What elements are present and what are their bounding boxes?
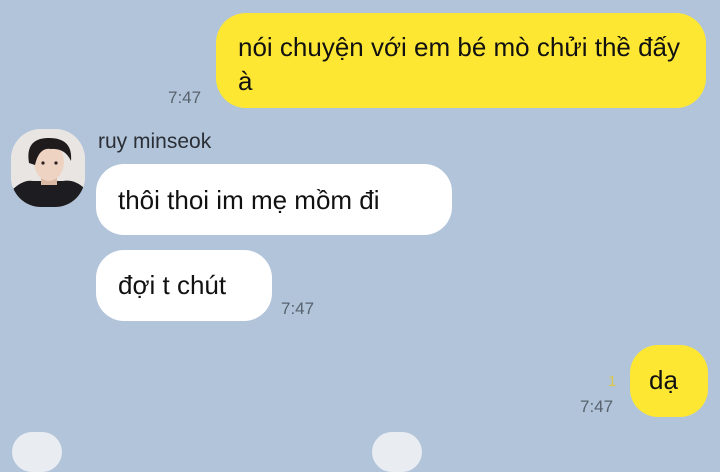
message-timestamp: 7:47 xyxy=(580,397,614,416)
sender-name: ruy minseok xyxy=(98,130,212,153)
message-text: thôi thoi im mẹ mồm đi xyxy=(118,185,380,215)
message-text: dạ xyxy=(649,365,678,395)
message-text: đợi t chút xyxy=(118,270,227,300)
unread-count: 1 xyxy=(608,373,617,390)
sender-avatar[interactable] xyxy=(11,129,85,207)
incoming-message-bubble[interactable]: thôi thoi im mẹ mồm đi xyxy=(96,164,452,235)
partial-avatar xyxy=(372,432,422,472)
outgoing-message-bubble[interactable]: dạ xyxy=(630,345,708,417)
incoming-message-bubble[interactable]: đợi t chút xyxy=(96,250,272,321)
profile-photo-icon xyxy=(11,129,85,207)
message-text: nói chuyện với em bé mò chửi thề đấy à xyxy=(238,32,681,96)
message-timestamp: 7:47 xyxy=(168,88,202,107)
outgoing-message-bubble[interactable]: nói chuyện với em bé mò chửi thề đấy à xyxy=(216,13,706,108)
partial-avatar xyxy=(12,432,62,472)
message-timestamp: 7:47 xyxy=(281,299,315,318)
